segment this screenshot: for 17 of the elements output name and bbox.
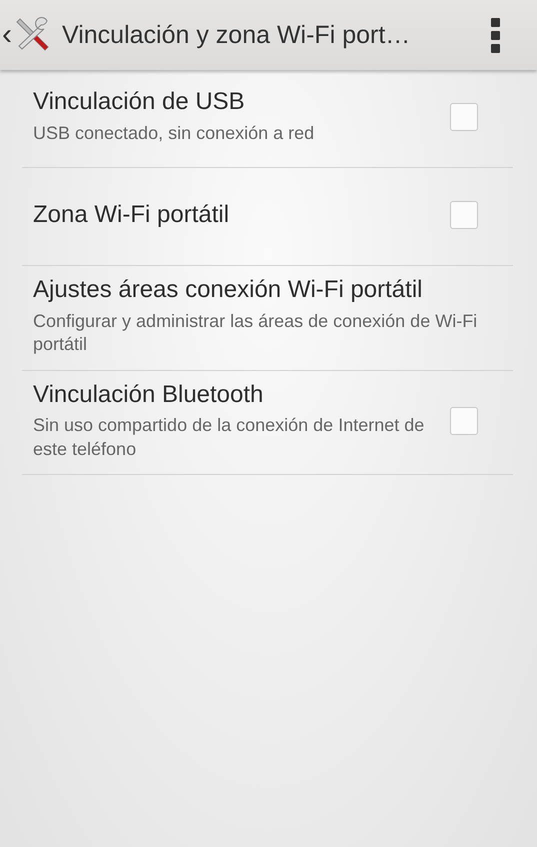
screen-title: Vinculación y zona Wi-Fi port… xyxy=(62,20,412,50)
item-summary: USB conectado, sin conexión a red xyxy=(33,122,316,146)
item-summary: Sin uso compartido de la conexión de Internet de este teléfono xyxy=(33,414,426,461)
settings-item[interactable]: Ajustes áreas conexión Wi-Fi portátil Configurar y administrar las áreas de conexión de Wi-Fi portátil xyxy=(22,266,513,371)
item-summary: Configurar y administrar las áreas de conexión de Wi-Fi portátil xyxy=(33,310,478,356)
back-button[interactable]: ‹ xyxy=(2,20,12,50)
item-title: Vinculación Bluetooth xyxy=(33,380,264,410)
item-title: Zona Wi-Fi portátil xyxy=(33,200,230,230)
item-title: Vinculación de USB xyxy=(33,88,246,118)
checkbox[interactable] xyxy=(450,103,478,131)
settings-item[interactable]: Vinculación de USB USB conectado, sin conexión a red xyxy=(22,70,513,168)
item-title: Ajustes áreas conexión Wi-Fi portátil xyxy=(33,276,424,305)
checkbox[interactable] xyxy=(450,406,478,435)
checkbox[interactable] xyxy=(450,201,478,229)
overflow-menu-icon[interactable] xyxy=(491,18,500,52)
settings-item[interactable]: Zona Wi-Fi portátil xyxy=(22,168,513,266)
settings-item[interactable]: Vinculación Bluetooth Sin uso compartido de la conexión de Internet de este teléfono xyxy=(22,370,513,476)
